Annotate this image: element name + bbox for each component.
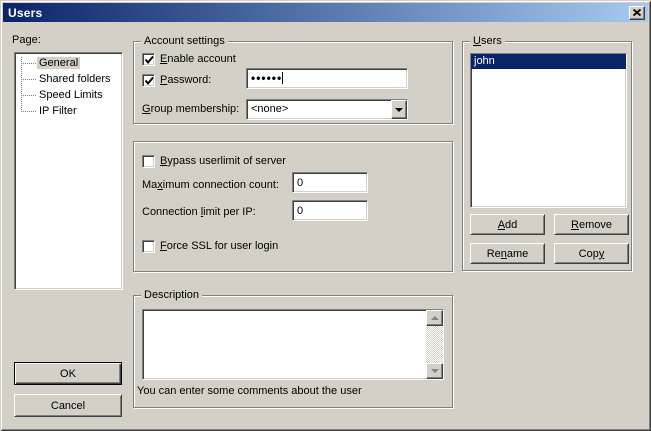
text-caret	[282, 72, 283, 84]
tree-line	[21, 57, 22, 112]
close-button[interactable]	[629, 6, 645, 20]
page-tree[interactable]: General Shared folders Speed Limits IP F…	[14, 52, 123, 290]
description-group: Description You can enter some comments …	[133, 295, 453, 408]
scroll-down-button[interactable]	[426, 363, 443, 379]
force-ssl-checkbox[interactable]	[142, 240, 155, 253]
group-membership-value: <none>	[251, 103, 288, 115]
chevron-down-icon	[395, 108, 403, 116]
tree-item-speed-limits[interactable]: Speed Limits	[37, 87, 105, 103]
users-group: Users john Add Remove Rename Copy	[462, 41, 632, 271]
user-list-item-john[interactable]: john	[471, 54, 626, 69]
users-group-title: Users	[470, 35, 505, 48]
force-ssl-label: Force SSL for user login	[160, 240, 278, 253]
enable-account-label: Enable account	[160, 53, 236, 66]
tree-item-shared-folders[interactable]: Shared folders	[37, 71, 113, 87]
users-dialog: Users Page: General Shared folders Speed…	[0, 0, 651, 431]
account-settings-title: Account settings	[141, 35, 228, 48]
tree-line	[21, 63, 36, 64]
scroll-up-button[interactable]	[426, 310, 443, 326]
bypass-userlimit-checkbox[interactable]	[142, 155, 155, 168]
description-hint: You can enter some comments about the us…	[137, 385, 362, 398]
description-textarea[interactable]	[142, 309, 444, 380]
tree-line	[21, 111, 36, 112]
tree-item-ip-filter[interactable]: IP Filter	[37, 103, 79, 119]
tree-line	[21, 95, 36, 96]
max-connection-count-label: Maximum connection count:	[142, 179, 279, 192]
group-membership-select[interactable]: <none>	[246, 99, 408, 120]
window-title: Users	[3, 6, 42, 20]
add-button[interactable]: Add	[470, 214, 545, 235]
check-icon	[144, 55, 155, 66]
scrollbar-track[interactable]	[426, 326, 443, 363]
titlebar[interactable]: Users	[3, 3, 648, 22]
tree-item-general[interactable]: General	[37, 55, 80, 71]
remove-button[interactable]: Remove	[554, 214, 629, 235]
page-label: Page:	[12, 34, 41, 47]
account-settings-group: Account settings Enable account Password…	[133, 41, 453, 124]
description-title: Description	[141, 289, 202, 302]
enable-account-checkbox[interactable]	[142, 53, 155, 66]
rename-button[interactable]: Rename	[470, 243, 545, 264]
max-connection-count-input[interactable]	[292, 172, 368, 193]
password-input[interactable]: ••••••	[246, 68, 408, 89]
arrow-down-icon	[431, 369, 439, 377]
users-listbox[interactable]: john	[470, 53, 627, 208]
tree-line	[21, 79, 36, 80]
arrow-up-icon	[431, 312, 439, 320]
combo-dropdown-button[interactable]	[391, 100, 407, 119]
connection-limit-per-ip-label: Connection limit per IP:	[142, 206, 256, 219]
copy-button[interactable]: Copy	[554, 243, 629, 264]
connection-limit-per-ip-input[interactable]	[292, 200, 368, 221]
ok-button[interactable]: OK	[14, 362, 122, 385]
bypass-userlimit-label: Bypass userlimit of server	[160, 155, 286, 168]
limits-group: Bypass userlimit of server Maximum conne…	[133, 141, 453, 272]
cancel-button[interactable]: Cancel	[14, 394, 122, 417]
close-icon	[633, 9, 641, 16]
password-checkbox[interactable]	[142, 74, 155, 87]
password-label: Password:	[160, 74, 211, 87]
check-icon	[144, 76, 155, 87]
group-membership-label: Group membership:	[142, 103, 239, 116]
description-scrollbar[interactable]	[426, 310, 443, 379]
